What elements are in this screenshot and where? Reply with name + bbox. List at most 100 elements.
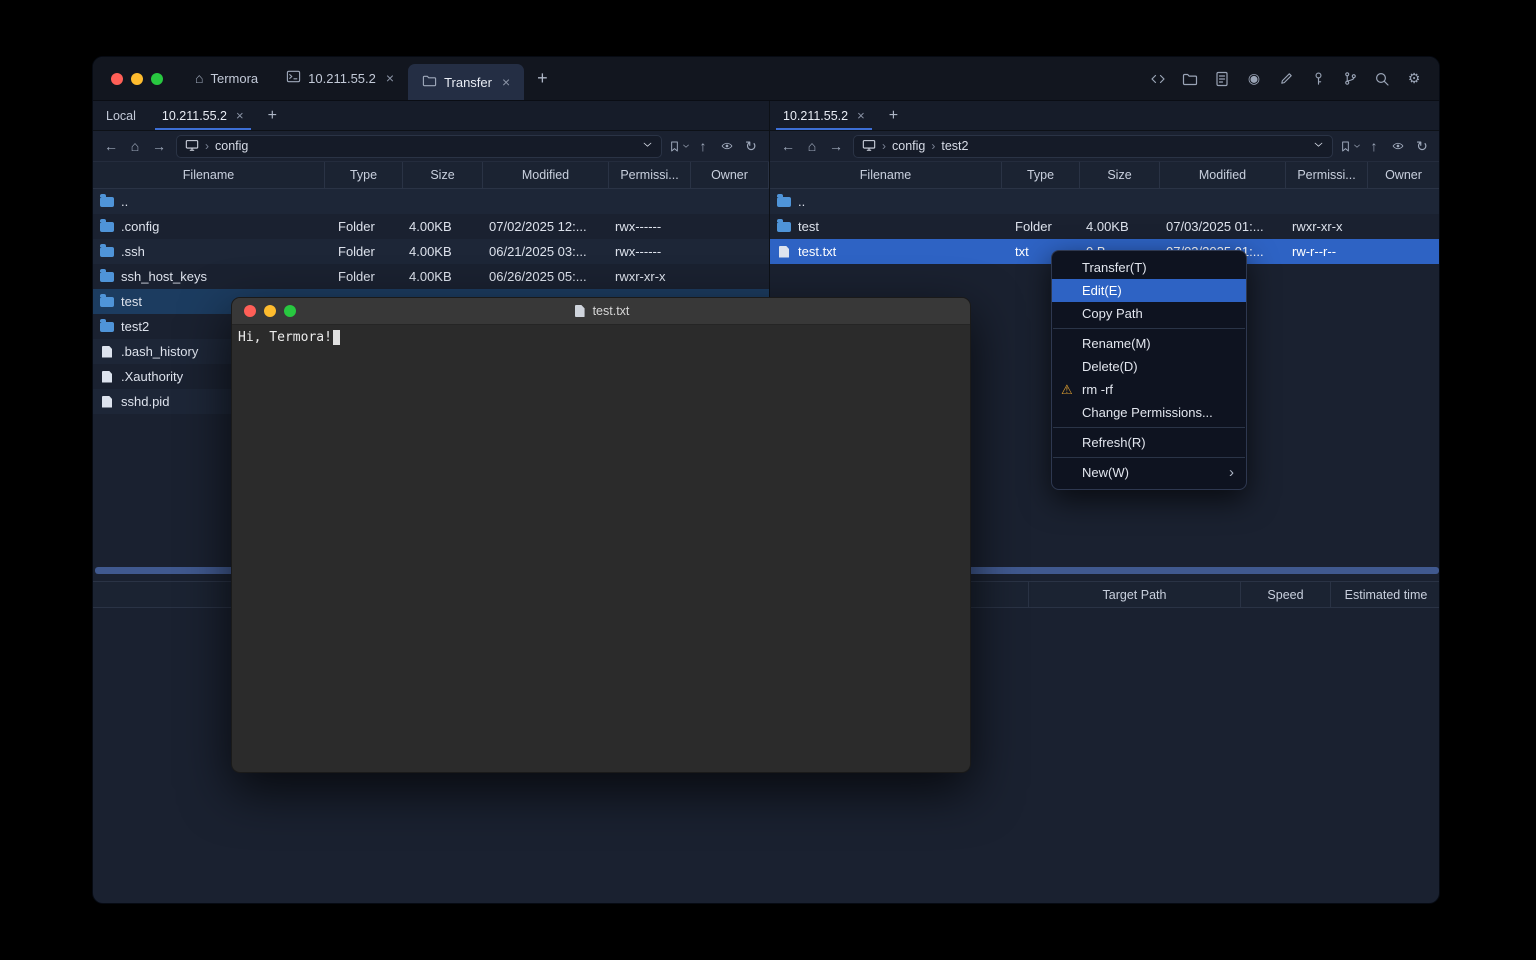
new-tab-button[interactable]: +: [524, 68, 561, 89]
file-icon: [102, 346, 112, 358]
text-cursor: [333, 330, 340, 345]
close-icon[interactable]: ×: [386, 70, 394, 86]
transfer-column-estimated-time[interactable]: Estimated time: [1331, 582, 1440, 607]
show-hidden-button[interactable]: [1387, 135, 1409, 157]
editor-content[interactable]: Hi, Termora!: [232, 325, 970, 350]
gear-icon[interactable]: ⚙: [1405, 70, 1423, 88]
warning-icon: ⚠: [1061, 382, 1073, 398]
tab-label: 10.211.55.2: [162, 109, 227, 123]
column-modified[interactable]: Modified: [1160, 162, 1286, 188]
menu-item-change-permissions[interactable]: Change Permissions...: [1052, 401, 1246, 424]
tab-terminal-session[interactable]: 10.211.55.2 ×: [272, 56, 408, 100]
column-type[interactable]: Type: [1002, 162, 1080, 188]
key-icon[interactable]: [1309, 70, 1327, 88]
column-filename[interactable]: Filename: [93, 162, 325, 188]
log-icon[interactable]: [1213, 70, 1231, 88]
file-row[interactable]: ..: [770, 189, 1440, 214]
close-window-button[interactable]: [244, 305, 256, 317]
forward-button[interactable]: →: [825, 135, 847, 157]
menu-item-transfer[interactable]: Transfer(T): [1052, 256, 1246, 279]
menu-item-rm-rf[interactable]: ⚠ rm -rf: [1052, 378, 1246, 401]
menu-item-edit[interactable]: Edit(E): [1052, 279, 1246, 302]
folder-icon: [100, 297, 114, 307]
file-row[interactable]: .ssh Folder 4.00KB 06/21/2025 03:... rwx…: [93, 239, 769, 264]
column-size[interactable]: Size: [1080, 162, 1160, 188]
app-tabs: ⌂ Termora 10.211.55.2 × Transfer ×: [181, 57, 561, 100]
path-breadcrumb[interactable]: › config › test2: [853, 135, 1333, 158]
transfer-column-target-path[interactable]: Target Path: [1029, 582, 1241, 607]
back-button[interactable]: ←: [100, 135, 122, 157]
minimize-window-button[interactable]: [131, 73, 143, 85]
tab-remote-host[interactable]: 10.211.55.2 ×: [770, 101, 878, 130]
tab-transfer[interactable]: Transfer ×: [408, 64, 524, 100]
menu-separator: [1053, 328, 1245, 329]
minimize-window-button[interactable]: [264, 305, 276, 317]
column-type[interactable]: Type: [325, 162, 403, 188]
close-icon[interactable]: ×: [502, 74, 510, 90]
close-icon[interactable]: ×: [236, 108, 244, 123]
tab-label: 10.211.55.2: [308, 71, 376, 86]
file-icon: [102, 371, 112, 383]
menu-item-rename[interactable]: Rename(M): [1052, 332, 1246, 355]
tab-label: 10.211.55.2: [783, 109, 848, 123]
parent-directory-button[interactable]: ↑: [692, 135, 714, 157]
tab-remote-host[interactable]: 10.211.55.2 ×: [149, 101, 257, 130]
transfer-column-speed[interactable]: Speed: [1241, 582, 1331, 607]
code-icon[interactable]: [1149, 70, 1167, 88]
path-crumb[interactable]: config: [892, 139, 925, 153]
column-modified[interactable]: Modified: [483, 162, 609, 188]
zoom-window-button[interactable]: [284, 305, 296, 317]
column-owner[interactable]: Owner: [1368, 162, 1440, 188]
file-icon: [779, 246, 789, 258]
edit-icon[interactable]: [1277, 70, 1295, 88]
file-row[interactable]: ..: [93, 189, 769, 214]
tab-termora[interactable]: ⌂ Termora: [181, 56, 272, 100]
folder-icon: [100, 272, 114, 282]
column-owner[interactable]: Owner: [691, 162, 769, 188]
home-button[interactable]: ⌂: [124, 135, 146, 157]
bookmark-button[interactable]: [1339, 135, 1361, 157]
file-icon: [575, 305, 585, 317]
path-crumb[interactable]: test2: [941, 139, 968, 153]
column-permissions[interactable]: Permissi...: [609, 162, 691, 188]
menu-item-refresh[interactable]: Refresh(R): [1052, 431, 1246, 454]
folder-icon[interactable]: [1181, 70, 1199, 88]
file-row[interactable]: test Folder 4.00KB 07/03/2025 01:... rwx…: [770, 214, 1440, 239]
branch-icon[interactable]: [1341, 70, 1359, 88]
search-icon[interactable]: [1373, 70, 1391, 88]
zoom-window-button[interactable]: [151, 73, 163, 85]
new-panel-tab-button[interactable]: +: [257, 101, 288, 130]
show-hidden-button[interactable]: [716, 135, 738, 157]
column-permissions[interactable]: Permissi...: [1286, 162, 1368, 188]
computer-icon: [185, 138, 199, 155]
back-button[interactable]: ←: [777, 135, 799, 157]
column-size[interactable]: Size: [403, 162, 483, 188]
menu-item-new[interactable]: New(W) ›: [1052, 461, 1246, 484]
file-row[interactable]: .config Folder 4.00KB 07/02/2025 12:... …: [93, 214, 769, 239]
forward-button[interactable]: →: [148, 135, 170, 157]
chevron-down-icon[interactable]: [642, 139, 653, 153]
new-panel-tab-button[interactable]: +: [878, 101, 909, 130]
file-row[interactable]: ssh_host_keys Folder 4.00KB 06/26/2025 0…: [93, 264, 769, 289]
column-filename[interactable]: Filename: [770, 162, 1002, 188]
folder-icon: [777, 197, 791, 207]
folder-icon: [100, 222, 114, 232]
bookmark-button[interactable]: [668, 135, 690, 157]
path-breadcrumb[interactable]: › config: [176, 135, 662, 158]
tab-label: Termora: [210, 71, 258, 86]
tab-local[interactable]: Local: [93, 101, 149, 130]
menu-item-delete[interactable]: Delete(D): [1052, 355, 1246, 378]
submenu-arrow-icon: ›: [1229, 464, 1234, 481]
menu-item-copy-path[interactable]: Copy Path: [1052, 302, 1246, 325]
path-crumb[interactable]: config: [215, 139, 248, 153]
record-icon[interactable]: ◉: [1245, 70, 1263, 88]
refresh-button[interactable]: ↻: [1411, 135, 1433, 157]
close-window-button[interactable]: [111, 73, 123, 85]
editor-titlebar[interactable]: test.txt: [232, 298, 970, 325]
parent-directory-button[interactable]: ↑: [1363, 135, 1385, 157]
close-icon[interactable]: ×: [857, 108, 865, 123]
chevron-down-icon[interactable]: [1313, 139, 1324, 153]
refresh-button[interactable]: ↻: [740, 135, 762, 157]
home-button[interactable]: ⌂: [801, 135, 823, 157]
eye-icon: [1390, 140, 1406, 152]
